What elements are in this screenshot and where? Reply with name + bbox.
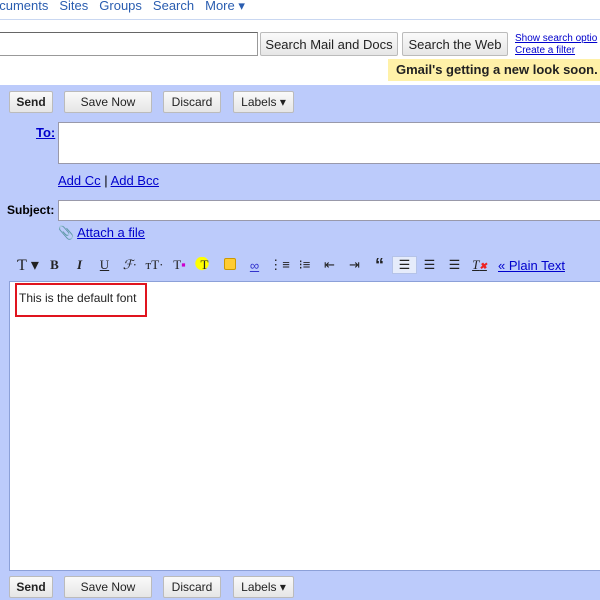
discard-button[interactable]: Discard bbox=[163, 91, 221, 113]
search-links: Show search optio Create a filter bbox=[515, 33, 597, 57]
discard-button-bottom[interactable]: Discard bbox=[163, 576, 221, 598]
labels-button[interactable]: Labels ▾ bbox=[233, 91, 294, 113]
align-left-icon[interactable]: ☰ bbox=[392, 256, 417, 274]
send-button-bottom[interactable]: Send bbox=[9, 576, 53, 598]
search-web-button[interactable]: Search the Web bbox=[402, 32, 508, 56]
to-label[interactable]: To: bbox=[36, 125, 55, 140]
font-size-icon[interactable]: тT· bbox=[142, 257, 167, 273]
add-cc-link[interactable]: Add Cc bbox=[58, 173, 101, 188]
align-right-icon[interactable]: ☰ bbox=[442, 257, 467, 273]
search-input[interactable] bbox=[0, 32, 258, 56]
align-center-icon[interactable]: ☰ bbox=[417, 257, 442, 273]
highlight-icon[interactable]: T bbox=[192, 257, 217, 273]
new-look-banner: Gmail's getting a new look soon. bbox=[388, 59, 600, 81]
highlight-box bbox=[15, 283, 147, 317]
attach-row: 📎 Attach a file bbox=[58, 225, 145, 241]
save-now-button[interactable]: Save Now bbox=[64, 91, 152, 113]
underline-icon[interactable]: U bbox=[92, 257, 117, 273]
search-mail-button[interactable]: Search Mail and Docs bbox=[260, 32, 398, 56]
subject-label: Subject: bbox=[7, 203, 55, 217]
font-icon[interactable]: Ƭ ▾ bbox=[14, 255, 42, 275]
numbered-list-icon[interactable]: ⋮≡ bbox=[267, 257, 292, 273]
quote-icon[interactable]: “ bbox=[367, 255, 392, 276]
italic-icon[interactable]: I bbox=[67, 257, 92, 273]
text-color-icon[interactable]: T▪ bbox=[167, 257, 192, 273]
subject-field[interactable] bbox=[58, 200, 600, 221]
create-filter-link[interactable]: Create a filter bbox=[515, 45, 597, 57]
paperclip-icon: 📎 bbox=[58, 225, 75, 240]
nav-divider bbox=[0, 19, 600, 20]
labels-button-bottom[interactable]: Labels ▾ bbox=[233, 576, 294, 598]
formatting-toolbar: Ƭ ▾ B I U ℱ· тT· T▪ T ∞ ⋮≡ ⁝≡ ⇤ ⇥ “ ☰ ☰ … bbox=[14, 255, 565, 276]
add-bcc-link[interactable]: Add Bcc bbox=[111, 173, 159, 188]
show-search-options-link[interactable]: Show search optio bbox=[515, 33, 597, 45]
bold-icon[interactable]: B bbox=[42, 257, 67, 273]
to-field[interactable] bbox=[58, 122, 600, 164]
send-button[interactable]: Send bbox=[9, 91, 53, 113]
emoticon-icon[interactable] bbox=[217, 257, 242, 273]
plain-text-link[interactable]: « Plain Text bbox=[498, 258, 565, 273]
separator: | bbox=[104, 173, 108, 188]
indent-less-icon[interactable]: ⇤ bbox=[317, 257, 342, 273]
cc-bcc-links: Add Cc | Add Bcc bbox=[58, 173, 159, 188]
nav-more[interactable]: More ▾ bbox=[205, 0, 245, 13]
nav-search[interactable]: Search bbox=[153, 0, 194, 13]
top-nav: ocuments Sites Groups Search More ▾ bbox=[0, 0, 256, 14]
link-icon[interactable]: ∞ bbox=[242, 258, 267, 273]
attach-file-link[interactable]: Attach a file bbox=[77, 225, 145, 240]
bullet-list-icon[interactable]: ⁝≡ bbox=[292, 257, 317, 273]
nav-documents[interactable]: ocuments bbox=[0, 0, 48, 13]
save-now-button-bottom[interactable]: Save Now bbox=[64, 576, 152, 598]
indent-more-icon[interactable]: ⇥ bbox=[342, 257, 367, 273]
nav-sites[interactable]: Sites bbox=[59, 0, 88, 13]
remove-formatting-icon[interactable]: T✖ bbox=[467, 257, 492, 273]
nav-groups[interactable]: Groups bbox=[99, 0, 142, 13]
message-body-editor[interactable]: This is the default font bbox=[9, 281, 600, 571]
font-face-icon[interactable]: ℱ· bbox=[117, 257, 142, 273]
